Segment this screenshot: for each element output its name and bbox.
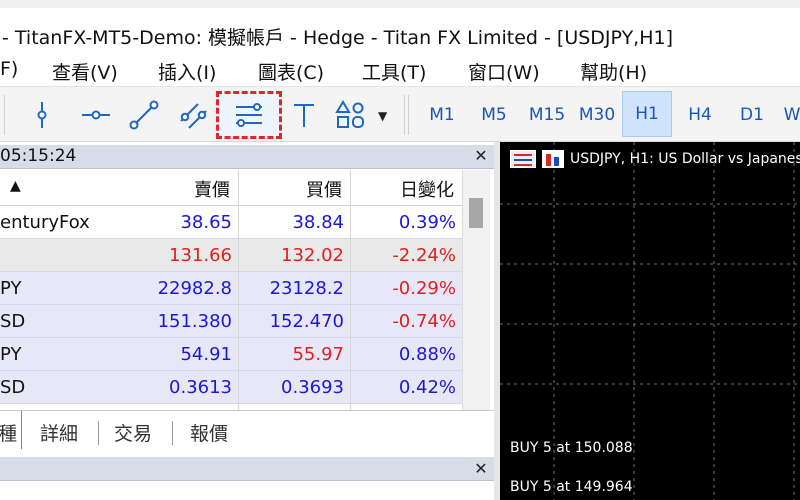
timeframe-m1[interactable]: M1 [424, 99, 460, 131]
menu-window[interactable]: 窗口(W) [468, 58, 540, 85]
channel-icon [180, 103, 207, 129]
vertical-line-button[interactable] [24, 93, 60, 137]
column-divider [350, 170, 351, 410]
timeframe-m30[interactable]: M30 [574, 99, 620, 131]
table-row[interactable]: 131.66 132.02 -2.24% [0, 239, 462, 272]
tab-separator [98, 421, 99, 445]
ask-cell: 55.97 [292, 344, 344, 365]
tab-ticks[interactable]: 報價 [190, 419, 228, 446]
vertical-line-icon [37, 102, 47, 128]
tab-trading[interactable]: 交易 [114, 419, 152, 446]
ask-cell: 152.470 [269, 311, 344, 332]
equidistant-lines-icon [236, 103, 262, 127]
title-bar: - TitanFX-MT5-Demo: 模擬帳戶 - Hedge - Titan… [0, 0, 800, 49]
one-click-trading-icon[interactable] [542, 150, 564, 168]
trade-label: BUY 5 at 150.088 [510, 440, 633, 456]
timeframe-m15[interactable]: M15 [524, 99, 570, 131]
market-watch-header: 05:15:24 [0, 145, 494, 169]
bid-cell: 131.66 [169, 245, 232, 266]
column-header-ask[interactable]: 買價 [306, 176, 342, 202]
text-tool-button[interactable] [286, 93, 322, 137]
trend-line-button[interactable] [126, 93, 162, 137]
scrollbar-thumb[interactable] [469, 198, 483, 228]
change-cell: -2.24% [392, 245, 456, 266]
ask-cell: 0.3693 [281, 377, 344, 398]
toolbar-separator [4, 95, 5, 135]
menu-charts[interactable]: 圖表(C) [258, 58, 324, 85]
table-row[interactable]: SD 151.380 152.470 -0.74% [0, 305, 462, 338]
bid-cell: 0.3613 [169, 377, 232, 398]
bid-cell: 38.65 [180, 212, 232, 233]
tab-details[interactable]: 詳細 [40, 419, 78, 446]
change-cell: 0.42% [398, 377, 456, 398]
window-title: - TitanFX-MT5-Demo: 模擬帳戶 - Hedge - Titan… [2, 27, 674, 49]
tab-symbols[interactable]: 種 [0, 411, 22, 449]
symbol-cell: SD [0, 377, 26, 398]
market-watch-table-header: ▲ 賣價 買價 日變化 [0, 170, 462, 206]
bid-cell: 151.380 [157, 311, 232, 332]
ask-cell: 23128.2 [269, 278, 344, 299]
table-row[interactable]: PY 54.91 55.97 0.88% [0, 338, 462, 371]
sort-ascending-icon[interactable]: ▲ [10, 178, 21, 194]
navigator-header [0, 457, 494, 481]
toolbar-separator [404, 95, 405, 135]
shapes-button[interactable] [332, 93, 368, 137]
shapes-dropdown-arrow[interactable]: ▼ [378, 109, 387, 123]
market-watch-scrollbar[interactable] [462, 170, 490, 410]
horizontal-line-button[interactable] [78, 93, 114, 137]
symbol-cell: enturyFox [0, 212, 90, 233]
text-tool-icon [294, 104, 314, 127]
menu-file[interactable]: F) [0, 58, 18, 80]
market-depth-icon[interactable] [510, 150, 536, 168]
horizontal-line-icon [82, 110, 110, 120]
table-row[interactable]: enturyFox 38.65 38.84 0.39% [0, 206, 462, 239]
menu-view[interactable]: 查看(V) [52, 58, 118, 85]
timeframe-d1[interactable]: D1 [732, 99, 772, 131]
channel-button[interactable] [176, 93, 212, 137]
trend-line-icon [129, 100, 159, 130]
tab-symbols-label: 種 [0, 423, 18, 445]
column-divider [238, 170, 239, 410]
ask-cell: 132.02 [281, 245, 344, 266]
timeframe-m5[interactable]: M5 [474, 99, 514, 131]
change-cell: 0.39% [398, 212, 456, 233]
ask-cell: 38.84 [292, 212, 344, 233]
change-cell: -0.74% [392, 311, 456, 332]
symbol-cell: PY [0, 344, 22, 365]
column-header-change[interactable]: 日變化 [400, 176, 454, 202]
tab-separator [172, 421, 173, 445]
menu-insert[interactable]: 插入(I) [158, 58, 216, 85]
column-header-bid[interactable]: 賣價 [194, 176, 230, 202]
equidistant-lines-button[interactable] [216, 91, 282, 139]
navigator-close-icon[interactable]: ✕ [472, 459, 490, 479]
market-watch-tabs: 種 詳細 交易 報價 [0, 410, 494, 450]
change-cell: 0.88% [398, 344, 456, 365]
chart-title: USDJPY, H1: US Dollar vs Japanese Yen [510, 150, 800, 168]
timeframe-h4[interactable]: H4 [680, 99, 720, 131]
timeframe-h1[interactable]: H1 [622, 91, 672, 137]
menu-bar: F) 查看(V) 插入(I) 圖表(C) 工具(T) 窗口(W) 幫助(H) [0, 50, 800, 86]
symbol-cell: PY [0, 278, 22, 299]
toolbar-separator [408, 95, 409, 135]
market-watch-time: 05:15:24 [0, 146, 77, 166]
navigator-body [0, 482, 494, 500]
trade-label: BUY 5 at 149.964 [510, 479, 633, 495]
change-cell: -0.29% [392, 278, 456, 299]
chart-title-text: USDJPY, H1: US Dollar vs Japanese Yen [570, 151, 800, 167]
table-row[interactable]: SD 0.3613 0.3693 0.42% [0, 371, 462, 404]
title-bar-top [0, 0, 800, 8]
bid-cell: 22982.8 [157, 278, 232, 299]
timeframe-w1[interactable]: W [782, 99, 800, 131]
shapes-icon [335, 100, 364, 128]
toolbar: ▼ M1 M5 M15 M30 H1 H4 D1 W [0, 86, 800, 142]
bid-cell: 54.91 [180, 344, 232, 365]
symbol-cell: SD [0, 311, 26, 332]
market-watch-close-icon[interactable]: ✕ [472, 146, 490, 166]
table-row[interactable]: PY 22982.8 23128.2 -0.29% [0, 272, 462, 305]
menu-help[interactable]: 幫助(H) [580, 58, 647, 85]
menu-tools[interactable]: 工具(T) [362, 58, 426, 85]
chart-window[interactable]: USDJPY, H1: US Dollar vs Japanese Yen BU… [500, 142, 800, 500]
